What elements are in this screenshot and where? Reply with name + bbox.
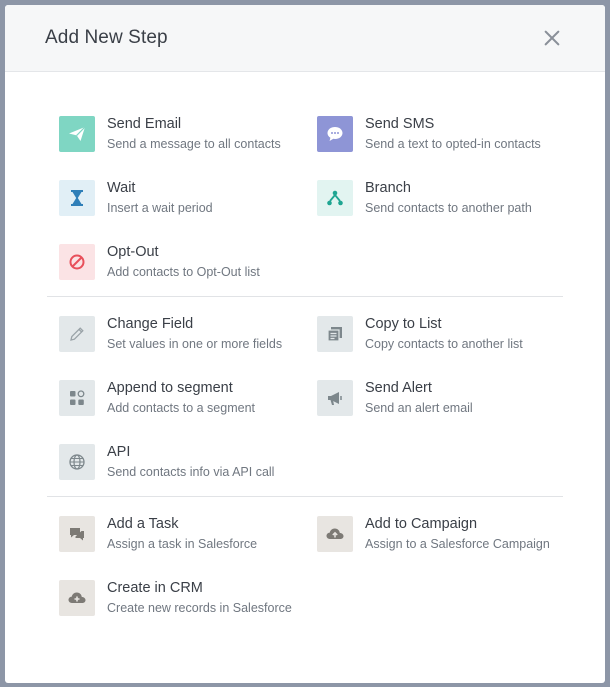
option-description: Send an alert email [365,401,473,415]
list-copy-icon [317,316,353,352]
option-description: Send a message to all contacts [107,137,281,151]
option-title: Copy to List [365,316,442,332]
option-send-alert[interactable]: Send Alert Send an alert email [317,380,563,416]
segment-icon [59,380,95,416]
option-description: Send contacts info via API call [107,465,275,479]
task-chat-icon [59,516,95,552]
option-copy-to-list[interactable]: Copy to List Copy contacts to another li… [317,316,563,352]
option-title: Append to segment [107,380,233,396]
step-group-salesforce: Add a Task Assign a task in Salesforce A… [47,496,563,616]
close-icon[interactable] [541,27,563,49]
globe-icon [59,444,95,480]
option-description: Create new records in Salesforce [107,601,292,615]
ban-icon [59,244,95,280]
option-title: Branch [365,180,411,196]
option-title: Create in CRM [107,580,203,596]
dialog-title: Add New Step [45,27,168,48]
chat-bubble-icon [317,116,353,152]
option-append-to-segment[interactable]: Append to segment Add contacts to a segm… [59,380,305,416]
megaphone-icon [317,380,353,416]
option-create-in-crm[interactable]: Create in CRM Create new records in Sale… [59,580,305,616]
option-title: Change Field [107,316,194,332]
option-description: Add contacts to Opt-Out list [107,265,260,279]
step-group-messaging: Send Email Send a message to all contact… [47,116,563,296]
option-title: Send SMS [365,116,435,132]
option-api[interactable]: API Send contacts info via API call [59,444,305,480]
hourglass-icon [59,180,95,216]
option-send-email[interactable]: Send Email Send a message to all contact… [59,116,305,152]
option-title: API [107,444,131,460]
option-send-sms[interactable]: Send SMS Send a text to opted-in contact… [317,116,563,152]
option-description: Insert a wait period [107,201,213,215]
option-description: Set values in one or more fields [107,337,283,351]
option-description: Send contacts to another path [365,201,532,215]
option-opt-out[interactable]: Opt-Out Add contacts to Opt-Out list [59,244,305,280]
option-title: Opt-Out [107,244,159,260]
option-title: Add a Task [107,516,179,532]
option-description: Send a text to opted-in contacts [365,137,541,151]
option-title: Send Alert [365,380,432,396]
dialog-header: Add New Step [5,5,605,72]
cloud-plus-icon [59,580,95,616]
option-description: Add contacts to a segment [107,401,256,415]
option-title: Wait [107,180,136,196]
option-wait[interactable]: Wait Insert a wait period [59,180,305,216]
option-branch[interactable]: Branch Send contacts to another path [317,180,563,216]
option-title: Add to Campaign [365,516,478,532]
option-description: Copy contacts to another list [365,337,523,351]
step-group-data: Change Field Set values in one or more f… [47,296,563,496]
add-step-dialog: Add New Step Send Email Send a message t… [5,5,605,683]
pencil-icon [59,316,95,352]
paper-plane-icon [59,116,95,152]
option-description: Assign a task in Salesforce [107,537,258,551]
cloud-upload-icon [317,516,353,552]
option-add-a-task[interactable]: Add a Task Assign a task in Salesforce [59,516,305,552]
option-change-field[interactable]: Change Field Set values in one or more f… [59,316,305,352]
branch-icon [317,180,353,216]
option-description: Assign to a Salesforce Campaign [365,537,550,551]
dialog-body: Send Email Send a message to all contact… [5,72,605,616]
option-add-to-campaign[interactable]: Add to Campaign Assign to a Salesforce C… [317,516,563,552]
option-title: Send Email [107,116,182,132]
